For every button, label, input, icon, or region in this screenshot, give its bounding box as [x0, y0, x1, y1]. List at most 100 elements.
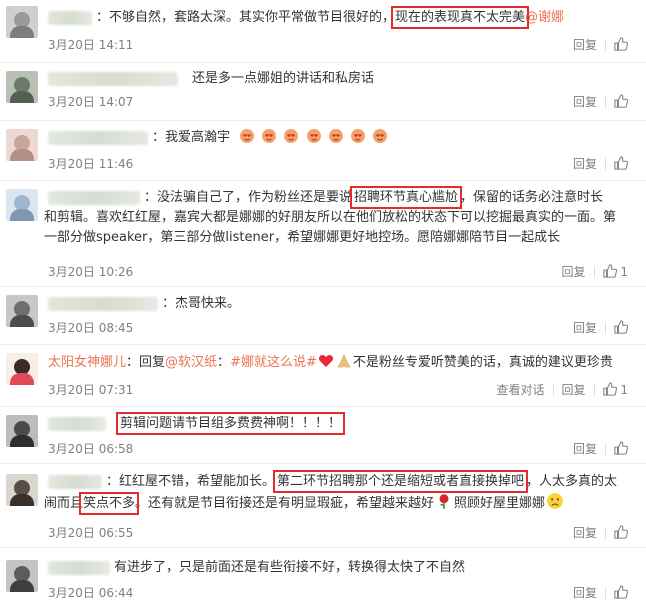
username[interactable]	[48, 560, 110, 575]
avatar[interactable]	[6, 353, 38, 385]
comment-text: ：	[217, 355, 231, 370]
comment-item: ：杰哥快来。 3月20日 08:45 回复	[0, 287, 646, 345]
timestamp: 3月20日 14:11	[48, 38, 134, 52]
reply-button[interactable]: 回复	[573, 319, 597, 336]
comment-text: ：杰哥快来。	[162, 296, 241, 311]
comment-text: 。还有就是节目衔接还是有明显瑕疵，希望越来越好	[135, 496, 435, 511]
comment-item: 还是多一点娜姐的讲话和私房话 3月20日 14:07 回复	[0, 63, 646, 121]
thumbs-up-icon	[614, 156, 628, 170]
avatar[interactable]	[6, 415, 38, 447]
comment-text: ：我爱高瀚宇	[152, 130, 231, 145]
timestamp: 3月20日 11:46	[48, 157, 134, 171]
divider	[605, 38, 606, 51]
reply-button[interactable]: 回复	[573, 440, 597, 457]
like-button[interactable]: 1	[602, 382, 628, 397]
comment-text: 和剪辑。喜欢红红屋，嘉宾大都是娜娜的好朋友所以在他们放松的状态下可以挖掘最真实的…	[44, 210, 617, 225]
comment-text: 还是多一点娜姐的讲话和私房话	[192, 71, 375, 86]
thumbs-up-icon	[614, 320, 628, 334]
thumbs-up-icon	[614, 441, 628, 455]
thumbs-up-icon	[614, 585, 628, 599]
comment-text: 一部分做speaker，第三部分做listener，希望娜娜更好地控场。愿陪娜娜…	[44, 230, 561, 245]
username[interactable]: 太阳女神娜儿	[48, 355, 126, 370]
divider	[593, 265, 595, 278]
comment-text: 有进步了，只是前面还是有些衔接不好，转换得太快了不自然	[114, 560, 466, 575]
like-button[interactable]	[614, 37, 628, 52]
reply-button[interactable]: 回复	[573, 584, 597, 601]
comment-item: ：我爱高瀚宇 3月20日 11:46 回复	[0, 121, 646, 181]
timestamp: 3月20日 07:31	[48, 383, 134, 397]
username[interactable]	[48, 474, 102, 489]
praying-hands-icon	[337, 354, 351, 368]
avatar[interactable]	[6, 474, 38, 506]
comment-text: 闹而且	[44, 496, 84, 511]
reply-button[interactable]: 回复	[573, 36, 597, 53]
divider	[605, 95, 606, 108]
sad-face-icon	[547, 493, 563, 509]
heart-eyes-icon	[284, 129, 299, 143]
comment-item: 太阳女神娜儿：回复@软汉纸：#娜就这么说# 不是粉丝专爱听赞美的话，真诚的建议更珍…	[0, 345, 646, 407]
reply-button[interactable]: 回复	[573, 524, 597, 541]
view-thread-button[interactable]: 查看对话	[497, 381, 545, 398]
heart-eyes-icon	[373, 129, 387, 143]
thumbs-up-icon	[614, 94, 628, 108]
username[interactable]	[48, 296, 158, 311]
like-count: 1	[620, 265, 628, 279]
username[interactable]	[48, 71, 178, 86]
avatar[interactable]	[6, 560, 38, 592]
highlighted-text: 现在的表现真不太完美	[391, 6, 530, 29]
comment-item: 有进步了，只是前面还是有些衔接不好，转换得太快了不自然 3月20日 06:44 …	[0, 548, 646, 610]
comment-item: ：没法骗自己了，作为粉丝还是要说 招聘环节真心尴尬 ，保留的话务必注意时长 和剪辑。…	[0, 181, 646, 287]
timestamp: 3月20日 06:55	[48, 526, 134, 540]
divider	[605, 157, 606, 170]
comment-text: 照顾好屋里娜娜	[454, 496, 546, 511]
like-count: 1	[620, 383, 628, 397]
reply-button[interactable]: 回复	[573, 155, 597, 172]
reply-button[interactable]: 回复	[562, 263, 586, 280]
highlighted-text: 笑点不多	[79, 492, 140, 515]
divider	[605, 526, 606, 539]
username[interactable]	[48, 190, 140, 205]
timestamp: 3月20日 08:45	[48, 321, 134, 335]
comment-text: ：红红屋不错，希望能加长。	[106, 474, 276, 489]
like-button[interactable]	[614, 585, 628, 600]
reply-button[interactable]: 回复	[573, 93, 597, 110]
heart-eyes-icon	[328, 129, 343, 143]
thumbs-up-icon	[602, 382, 617, 396]
avatar[interactable]	[6, 71, 38, 103]
thumbs-up-icon	[614, 37, 628, 51]
like-button[interactable]	[614, 441, 628, 456]
username[interactable]	[48, 10, 92, 25]
comment-text: ：回复	[126, 355, 166, 370]
thumbs-up-icon	[614, 525, 628, 539]
highlighted-text: 剪辑问题请节目组多费费神啊！！！！	[115, 412, 346, 435]
divider	[593, 383, 595, 396]
username[interactable]	[48, 130, 148, 145]
reply-button[interactable]: 回复	[562, 381, 586, 398]
topic-link[interactable]: #娜就这么说#	[230, 355, 317, 370]
comment-text: 不是粉丝专爱听赞美的话，真诚的建议更珍贵	[352, 355, 613, 370]
like-button[interactable]	[614, 320, 628, 335]
avatar[interactable]	[6, 295, 38, 327]
heart-icon	[318, 354, 333, 367]
mention-link[interactable]: @谢娜	[525, 10, 564, 25]
like-button[interactable]	[614, 156, 628, 171]
heart-eyes-icon	[262, 129, 277, 143]
thumbs-up-icon	[602, 264, 617, 278]
heart-eyes-icon	[240, 129, 255, 143]
comment-text: ：没法骗自己了，作为粉丝还是要说	[144, 190, 353, 205]
mention-link[interactable]: @软汉纸	[165, 355, 217, 370]
heart-eyes-icon	[306, 129, 321, 143]
like-button[interactable]: 1	[602, 264, 628, 279]
avatar[interactable]	[6, 129, 38, 161]
comment-item: 剪辑问题请节目组多费费神啊！！！！ 3月20日 06:58 回复	[0, 407, 646, 464]
like-button[interactable]	[614, 525, 628, 540]
heart-eyes-icon	[350, 129, 365, 143]
timestamp: 3月20日 10:26	[48, 265, 134, 279]
divider	[552, 383, 554, 396]
comment-item: ：不够自然，套路太深。其实你平常做节目很好的，现在的表现真不太完美@谢娜 3月2…	[0, 0, 646, 63]
like-button[interactable]	[614, 94, 628, 109]
rose-icon	[439, 494, 449, 509]
username[interactable]	[48, 416, 106, 431]
avatar[interactable]	[6, 189, 38, 221]
avatar[interactable]	[6, 6, 38, 38]
